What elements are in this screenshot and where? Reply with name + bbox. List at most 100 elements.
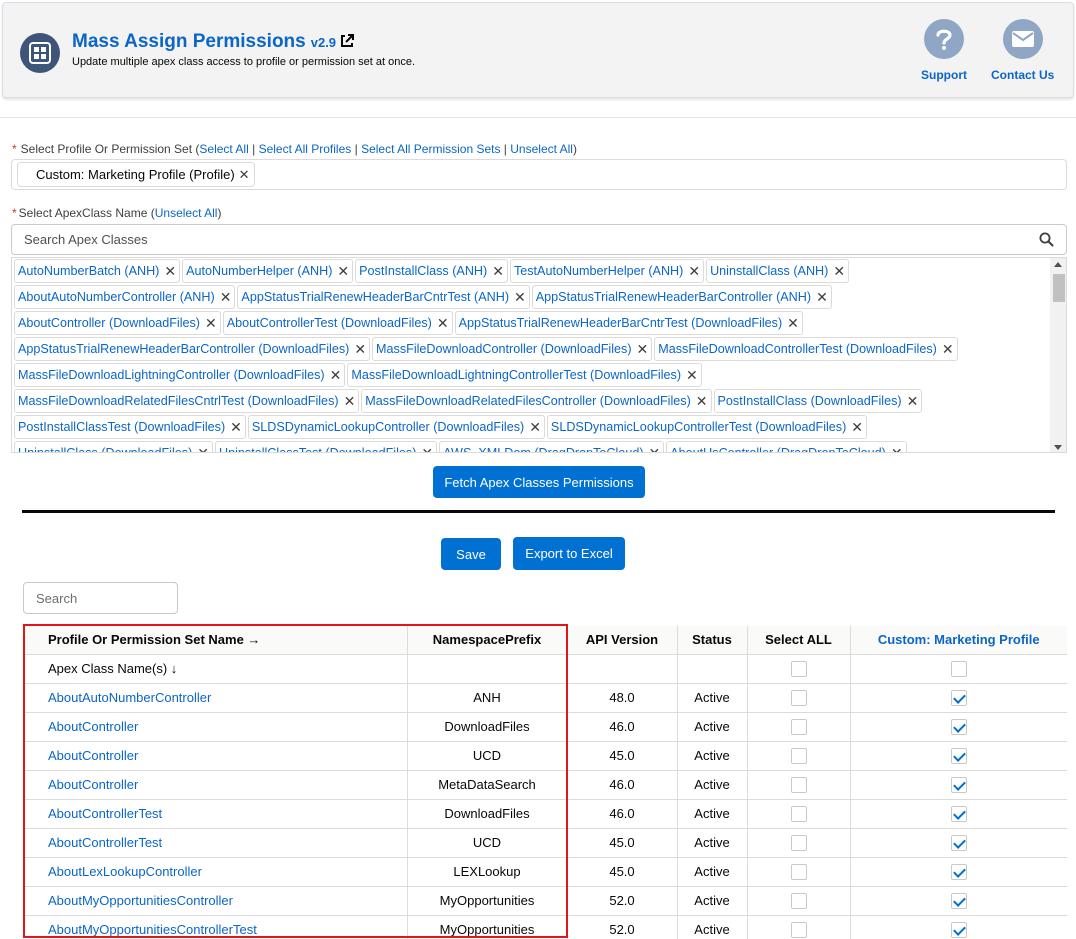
remove-icon[interactable]: ✕ <box>354 341 366 358</box>
row-select-checkbox[interactable] <box>790 863 807 880</box>
remove-icon[interactable]: ✕ <box>529 419 541 436</box>
class-pill[interactable]: SLDSDynamicLookupControllerTest (Downloa… <box>546 415 868 439</box>
row-select-checkbox[interactable] <box>790 921 807 938</box>
class-pill[interactable]: AppStatusTrialRenewHeaderBarCntrTest (Do… <box>454 311 803 335</box>
row-select-checkbox[interactable] <box>790 892 807 909</box>
remove-icon[interactable]: ✕ <box>787 315 799 332</box>
row-profile-access-checkbox[interactable] <box>950 892 967 909</box>
class-pill[interactable]: AWS_XMLDom (DragDropToCloud) ✕ <box>439 441 665 453</box>
remove-icon[interactable]: ✕ <box>239 167 250 183</box>
table-search[interactable] <box>23 582 178 614</box>
remove-icon[interactable]: ✕ <box>637 341 649 358</box>
row-class-name[interactable]: AboutControllerTest <box>23 828 408 858</box>
apex-class-search[interactable] <box>11 224 1067 255</box>
row-profile-access-checkbox[interactable] <box>950 834 967 851</box>
row-select-checkbox[interactable] <box>790 805 807 822</box>
scroll-thumb[interactable] <box>1053 274 1065 302</box>
row-profile-access-checkbox[interactable] <box>950 805 967 822</box>
class-pill[interactable]: AutoNumberHelper (ANH) ✕ <box>182 259 354 283</box>
row-profile-access-checkbox[interactable] <box>950 747 967 764</box>
remove-icon[interactable]: ✕ <box>686 367 698 384</box>
classes-scrollbar[interactable] <box>1050 258 1066 452</box>
apex-class-search-input[interactable] <box>12 225 1012 254</box>
remove-icon[interactable]: ✕ <box>891 445 903 453</box>
remove-icon[interactable]: ✕ <box>649 445 661 453</box>
row-class-name[interactable]: AboutController <box>23 712 408 742</box>
row-class-name[interactable]: AboutController <box>23 741 408 771</box>
class-pill[interactable]: MassFileDownloadControllerTest (Download… <box>654 337 958 361</box>
class-pill[interactable]: UninstallClass (ANH) ✕ <box>706 259 850 283</box>
row-profile-access-checkbox[interactable] <box>950 718 967 735</box>
remove-icon[interactable]: ✕ <box>205 315 217 332</box>
unselect-all-classes-link[interactable]: Unselect All <box>155 206 218 220</box>
remove-icon[interactable]: ✕ <box>164 263 176 280</box>
class-pill[interactable]: TestAutoNumberHelper (ANH) ✕ <box>509 259 705 283</box>
save-button[interactable]: Save <box>441 538 501 570</box>
remove-icon[interactable]: ✕ <box>437 315 449 332</box>
remove-icon[interactable]: ✕ <box>514 289 526 306</box>
select-all-permission-sets-link[interactable]: Select All Permission Sets <box>361 142 500 156</box>
class-pill[interactable]: AboutControllerTest (DownloadFiles) ✕ <box>222 311 453 335</box>
remove-icon[interactable]: ✕ <box>421 445 433 453</box>
table-search-input[interactable] <box>24 583 174 613</box>
class-pill[interactable]: AppStatusTrialRenewHeaderBarCntrTest (AN… <box>237 285 530 309</box>
row-profile-access-checkbox[interactable] <box>950 689 967 706</box>
remove-icon[interactable]: ✕ <box>833 263 845 280</box>
class-pill[interactable]: PostInstallClass (DownloadFiles) ✕ <box>713 389 923 413</box>
class-pill[interactable]: AboutUsController (DragDropToCloud) ✕ <box>666 441 907 453</box>
class-pill[interactable]: MassFileDownloadController (DownloadFile… <box>372 337 653 361</box>
remove-icon[interactable]: ✕ <box>230 419 242 436</box>
row-select-checkbox[interactable] <box>790 747 807 764</box>
row-profile-access-checkbox[interactable] <box>950 776 967 793</box>
remove-icon[interactable]: ✕ <box>220 289 232 306</box>
remove-icon[interactable]: ✕ <box>851 419 863 436</box>
row-class-name[interactable]: AboutMyOpportunitiesControllerTest <box>23 915 408 939</box>
support-button[interactable]: Support <box>921 19 967 82</box>
scroll-up-arrow-icon[interactable] <box>1054 262 1062 267</box>
class-pill[interactable]: MassFileDownloadLightningController (Dow… <box>14 363 346 387</box>
select-all-rows-checkbox[interactable] <box>790 660 807 677</box>
class-pill[interactable]: UninstallClassTest (DownloadFiles) ✕ <box>215 441 438 453</box>
select-all-profiles-link[interactable]: Select All Profiles <box>259 142 352 156</box>
header-profile[interactable]: Custom: Marketing Profile <box>850 626 1067 655</box>
row-class-name[interactable]: AboutControllerTest <box>23 799 408 829</box>
fetch-permissions-button[interactable]: Fetch Apex Classes Permissions <box>433 466 645 498</box>
remove-icon[interactable]: ✕ <box>696 393 708 410</box>
class-pill[interactable]: MassFileDownloadRelatedFilesController (… <box>361 389 712 413</box>
class-pill[interactable]: SLDSDynamicLookupController (DownloadFil… <box>247 415 545 439</box>
class-pill[interactable]: AutoNumberBatch (ANH) ✕ <box>14 259 181 283</box>
remove-icon[interactable]: ✕ <box>907 393 919 410</box>
class-pill[interactable]: PostInstallClass (ANH) ✕ <box>355 259 508 283</box>
selected-classes-list[interactable]: AutoNumberBatch (ANH) ✕ AutoNumberHelper (… <box>11 257 1067 453</box>
contact-us-button[interactable]: Contact Us <box>991 19 1054 82</box>
remove-icon[interactable]: ✕ <box>330 367 342 384</box>
row-class-name[interactable]: AboutMyOpportunitiesController <box>23 886 408 916</box>
selected-profiles-box[interactable]: Custom: Marketing Profile (Profile) ✕ <box>11 159 1067 190</box>
row-class-name[interactable]: AboutLexLookupController <box>23 857 408 887</box>
unselect-all-profiles-link[interactable]: Unselect All <box>510 142 573 156</box>
row-select-checkbox[interactable] <box>790 834 807 851</box>
row-class-name[interactable]: AboutAutoNumberController <box>23 683 408 713</box>
remove-icon[interactable]: ✕ <box>492 263 504 280</box>
remove-icon[interactable]: ✕ <box>816 289 828 306</box>
export-to-excel-button[interactable]: Export to Excel <box>513 537 625 570</box>
class-pill[interactable]: MassFileDownloadLightningControllerTest … <box>347 363 702 387</box>
remove-icon[interactable]: ✕ <box>337 263 349 280</box>
class-pill[interactable]: MassFileDownloadRelatedFilesCntrlTest (D… <box>14 389 360 413</box>
class-pill[interactable]: UninstallClass (DownloadFiles) ✕ <box>14 441 214 453</box>
class-pill[interactable]: PostInstallClassTest (DownloadFiles) ✕ <box>14 415 246 439</box>
class-pill[interactable]: AppStatusTrialRenewHeaderBarController (… <box>14 337 371 361</box>
scroll-down-arrow-icon[interactable] <box>1054 445 1062 450</box>
class-pill[interactable]: AboutController (DownloadFiles) ✕ <box>14 311 221 335</box>
row-select-checkbox[interactable] <box>790 718 807 735</box>
remove-icon[interactable]: ✕ <box>197 445 209 453</box>
row-profile-access-checkbox[interactable] <box>950 863 967 880</box>
remove-icon[interactable]: ✕ <box>688 263 700 280</box>
row-select-checkbox[interactable] <box>790 776 807 793</box>
class-pill[interactable]: AppStatusTrialRenewHeaderBarController (… <box>531 285 832 309</box>
row-profile-access-checkbox[interactable] <box>950 921 967 938</box>
external-link-icon[interactable] <box>340 33 355 51</box>
selected-profile-pill[interactable]: Custom: Marketing Profile (Profile) ✕ <box>17 162 255 187</box>
select-all-link[interactable]: Select All <box>199 142 248 156</box>
remove-icon[interactable]: ✕ <box>344 393 356 410</box>
